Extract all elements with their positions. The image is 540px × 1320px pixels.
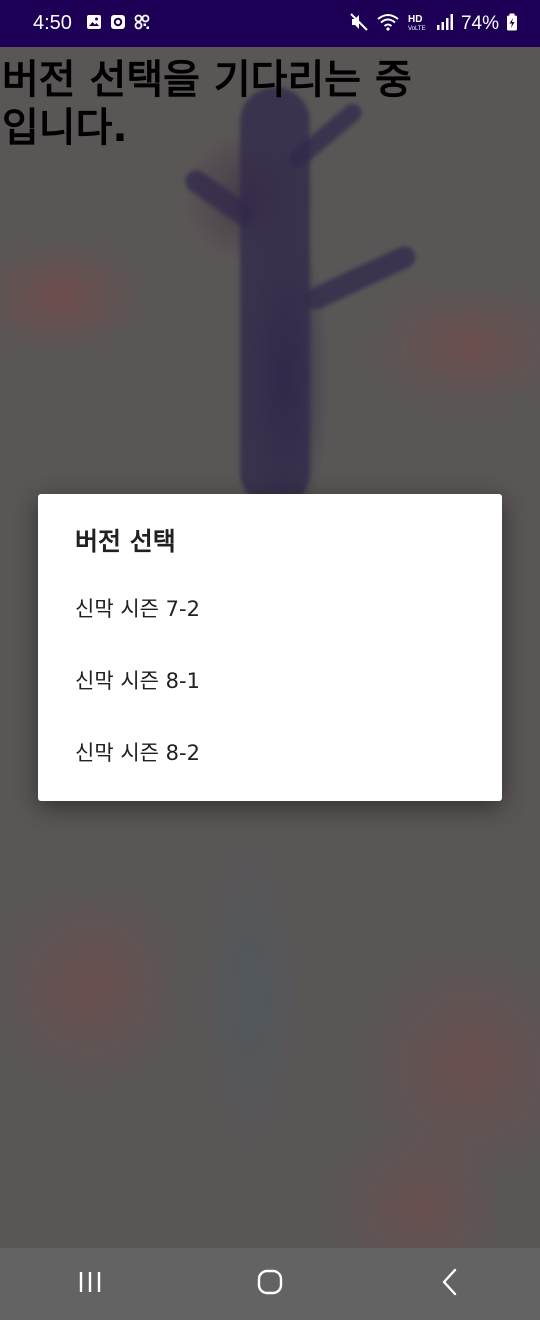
signal-icon: [436, 13, 454, 35]
version-option-8-1[interactable]: 신막 시즌 8-1: [38, 644, 502, 716]
gallery-icon: [86, 14, 102, 34]
back-button[interactable]: [410, 1254, 490, 1314]
status-time: 4:50: [33, 12, 72, 34]
tree-branch-right: [300, 242, 420, 314]
navigation-bar: [0, 1248, 540, 1320]
waiting-message: 버전 선택을 기다리는 중입니다.: [2, 57, 412, 151]
svg-text:VoLTE: VoLTE: [408, 26, 426, 32]
status-bar: 4:50 HD VoLTE 74%: [0, 0, 540, 47]
version-select-dialog: 버전 선택 신막 시즌 7-2 신막 시즌 8-1 신막 시즌 8-2: [38, 494, 502, 801]
back-icon: [440, 1268, 460, 1300]
notification-app-icon: [110, 14, 126, 34]
recent-apps-icon: [77, 1270, 103, 1298]
version-option-list: 신막 시즌 7-2 신막 시즌 8-1 신막 시즌 8-2: [38, 572, 502, 788]
battery-charging-icon: [506, 13, 518, 35]
hd-voice-icon: HD VoLTE: [407, 12, 429, 36]
battery-percent: 74%: [460, 12, 499, 34]
svg-text:HD: HD: [408, 14, 422, 25]
mute-icon: [349, 12, 369, 36]
recent-apps-button[interactable]: [50, 1254, 130, 1314]
version-option-7-2[interactable]: 신막 시즌 7-2: [38, 572, 502, 644]
qr-code-icon: [134, 14, 150, 34]
dialog-title: 버전 선택: [75, 527, 176, 556]
status-right-icons: HD VoLTE 74%: [349, 12, 518, 36]
wifi-icon: [376, 12, 400, 36]
home-button[interactable]: [230, 1254, 310, 1314]
version-option-8-2[interactable]: 신막 시즌 8-2: [38, 716, 502, 788]
home-icon: [257, 1269, 283, 1299]
status-left-icons: [86, 14, 150, 34]
